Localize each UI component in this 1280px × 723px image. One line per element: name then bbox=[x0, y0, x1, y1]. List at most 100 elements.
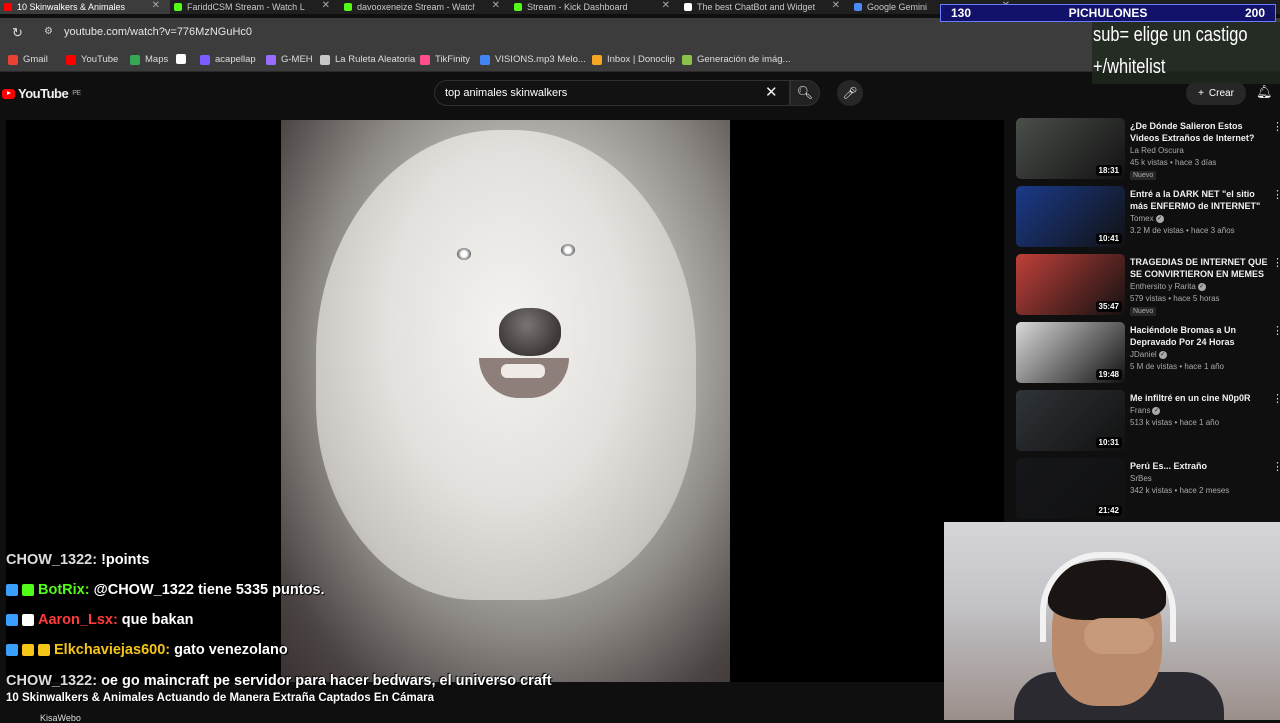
chat-badge-icon bbox=[6, 614, 18, 626]
tab-title: davooxeneize Stream - Watch L bbox=[357, 2, 475, 12]
youtube-play-icon bbox=[2, 88, 15, 99]
duration-badge: 19:48 bbox=[1095, 369, 1122, 380]
recommended-channel-row[interactable]: Frans ✓ bbox=[1130, 406, 1161, 415]
tab-favicon-icon bbox=[174, 3, 182, 11]
video-thumbnail[interactable]: 18:31 bbox=[1016, 118, 1125, 179]
verified-icon: ✓ bbox=[1152, 406, 1161, 415]
url-field[interactable]: youtube.com/watch?v=776MzNGuHc0 bbox=[64, 26, 252, 38]
browser-tab[interactable]: Stream - Kick Dashboard ✕ bbox=[510, 0, 680, 14]
bookmark-item[interactable]: Inbox | Donoclip bbox=[592, 54, 675, 65]
verified-icon: ✓ bbox=[1155, 214, 1164, 223]
bookmark-item[interactable]: VISIONS.mp3 Melo... bbox=[480, 54, 586, 65]
chat-message: Aaron_Lsx: que bakan bbox=[6, 612, 194, 628]
recommended-video[interactable]: 10:31 Me infiltré en un cine N0p0R Frans… bbox=[1016, 388, 1280, 452]
more-options-icon[interactable]: ⋮ bbox=[1272, 392, 1280, 405]
tab-close-icon[interactable]: ✕ bbox=[662, 0, 670, 11]
recommended-channel-row[interactable]: La Red Oscura bbox=[1130, 146, 1184, 155]
chat-text: oe go maincraft pe servidor para hacer b… bbox=[101, 673, 552, 689]
recommended-channel-row[interactable]: JDaniel ✓ bbox=[1130, 350, 1167, 359]
bookmark-item[interactable]: G-MEH bbox=[266, 54, 313, 65]
region-code: PE bbox=[72, 90, 81, 97]
site-info-icon[interactable]: ⚙ bbox=[44, 26, 56, 38]
create-button[interactable]: + Crear bbox=[1186, 81, 1246, 105]
bookmark-item[interactable]: Generación de imág... bbox=[682, 54, 790, 65]
voice-search-button[interactable]: 🎤︎ bbox=[837, 80, 863, 106]
search-button[interactable]: 🔍︎ bbox=[790, 80, 820, 106]
youtube-logo[interactable]: YouTube PE bbox=[2, 86, 81, 101]
recommended-title[interactable]: ¿De Dónde Salieron Estos Videos Extraños… bbox=[1130, 120, 1272, 144]
video-thumbnail[interactable]: 10:31 bbox=[1016, 390, 1125, 451]
more-options-icon[interactable]: ⋮ bbox=[1272, 188, 1280, 201]
video-thumbnail[interactable]: 21:42 bbox=[1016, 458, 1125, 519]
bookmark-label: TikFinity bbox=[435, 54, 471, 65]
bookmark-item[interactable]: Maps bbox=[130, 54, 168, 65]
bookmark-label: YouTube bbox=[81, 54, 119, 65]
verified-icon: ✓ bbox=[1158, 350, 1167, 359]
recommended-channel-row[interactable]: Enthersito y Rarita ✓ bbox=[1130, 282, 1206, 291]
dog-nose bbox=[499, 308, 561, 356]
bookmark-item[interactable] bbox=[176, 54, 191, 64]
tab-close-icon[interactable]: ✕ bbox=[152, 0, 160, 11]
tab-favicon-icon bbox=[344, 3, 352, 11]
browser-tab[interactable]: davooxeneize Stream - Watch L ✕ bbox=[340, 0, 510, 14]
recommended-channel: SrBes bbox=[1130, 474, 1152, 483]
tab-favicon-icon bbox=[4, 3, 12, 11]
recommended-channel: Tomex bbox=[1130, 214, 1154, 223]
bookmark-item[interactable]: YouTube bbox=[66, 54, 118, 65]
notifications-icon[interactable]: 🔔︎ bbox=[1256, 84, 1273, 100]
tab-close-icon[interactable]: ✕ bbox=[492, 0, 500, 11]
recommended-title[interactable]: Perú Es... Extraño bbox=[1130, 460, 1272, 472]
duration-badge: 18:31 bbox=[1095, 165, 1122, 176]
recommended-title[interactable]: Entré a la DARK NET "el sitio más ENFERM… bbox=[1130, 188, 1272, 212]
bookmark-favicon-icon bbox=[176, 54, 186, 64]
browser-tab[interactable]: FariddCSM Stream - Watch Live ✕ bbox=[170, 0, 340, 14]
more-options-icon[interactable]: ⋮ bbox=[1272, 120, 1280, 133]
video-thumbnail[interactable]: 10:41 bbox=[1016, 186, 1125, 247]
tab-title: 10 Skinwalkers & Animales bbox=[17, 2, 126, 12]
recommended-title[interactable]: TRAGEDIAS DE INTERNET QUE SE CONVIRTIERO… bbox=[1130, 256, 1272, 280]
recommended-video[interactable]: 21:42 Perú Es... Extraño SrBes 342 k vis… bbox=[1016, 456, 1280, 520]
more-options-icon[interactable]: ⋮ bbox=[1272, 256, 1280, 269]
chat-username: BotRix: bbox=[38, 582, 90, 598]
clear-search-icon[interactable]: ✕ bbox=[765, 83, 778, 101]
browser-tab[interactable]: 10 Skinwalkers & Animales ✕ bbox=[0, 0, 170, 14]
address-bar-row: ↻ ⚙ youtube.com/watch?v=776MzNGuHc0 bbox=[0, 18, 1280, 48]
duration-badge: 10:41 bbox=[1095, 233, 1122, 244]
recommended-channel-row[interactable]: Tomex ✓ bbox=[1130, 214, 1164, 223]
recommended-video[interactable]: 18:31 ¿De Dónde Salieron Estos Videos Ex… bbox=[1016, 116, 1280, 180]
bookmark-label: La Ruleta Aleatoria bbox=[335, 54, 416, 65]
bookmark-item[interactable]: La Ruleta Aleatoria bbox=[320, 54, 415, 65]
tab-close-icon[interactable]: ✕ bbox=[322, 0, 330, 11]
recommended-title[interactable]: Haciéndole Bromas a Un Depravado Por 24 … bbox=[1130, 324, 1272, 348]
recommended-channel: Frans bbox=[1130, 406, 1151, 415]
more-options-icon[interactable]: ⋮ bbox=[1272, 324, 1280, 337]
bookmark-item[interactable]: acapellap bbox=[200, 54, 256, 65]
recommended-title[interactable]: Me infiltré en un cine N0p0R bbox=[1130, 392, 1272, 404]
bookmark-item[interactable]: Gmail bbox=[8, 54, 48, 65]
bookmark-label: VISIONS.mp3 Melo... bbox=[495, 54, 586, 65]
browser-tab[interactable]: The best ChatBot and Widgets ✕ bbox=[680, 0, 850, 14]
channel-name[interactable]: KisaWebo bbox=[40, 713, 81, 723]
bookmark-favicon-icon bbox=[200, 54, 210, 65]
search-input[interactable]: top animales skinwalkers bbox=[434, 80, 790, 106]
more-options-icon[interactable]: ⋮ bbox=[1272, 460, 1280, 473]
recommended-video[interactable]: 35:47 TRAGEDIAS DE INTERNET QUE SE CONVI… bbox=[1016, 252, 1280, 316]
chat-message: CHOW_1322: oe go maincraft pe servidor pa… bbox=[6, 672, 561, 690]
bookmark-favicon-icon bbox=[320, 54, 330, 65]
chat-badge-icon bbox=[6, 584, 18, 596]
dog-eye-left bbox=[457, 248, 471, 260]
recommended-channel-row[interactable]: SrBes bbox=[1130, 474, 1152, 483]
bookmark-label: Gmail bbox=[23, 54, 48, 65]
video-thumbnail[interactable]: 19:48 bbox=[1016, 322, 1125, 383]
tab-close-icon[interactable]: ✕ bbox=[832, 0, 840, 11]
recommended-video[interactable]: 19:48 Haciéndole Bromas a Un Depravado P… bbox=[1016, 320, 1280, 384]
reload-icon[interactable]: ↻ bbox=[12, 25, 26, 40]
chat-badge-icon bbox=[22, 614, 34, 626]
video-thumbnail[interactable]: 35:47 bbox=[1016, 254, 1125, 315]
recommended-video[interactable]: 10:41 Entré a la DARK NET "el sitio más … bbox=[1016, 184, 1280, 248]
bookmark-label: acapellap bbox=[215, 54, 256, 65]
new-badge: Nuevo bbox=[1130, 307, 1157, 316]
microphone-icon: 🎤︎ bbox=[842, 86, 858, 100]
bookmark-item[interactable]: TikFinity bbox=[420, 54, 470, 65]
tab-title: FariddCSM Stream - Watch Live bbox=[187, 2, 305, 12]
